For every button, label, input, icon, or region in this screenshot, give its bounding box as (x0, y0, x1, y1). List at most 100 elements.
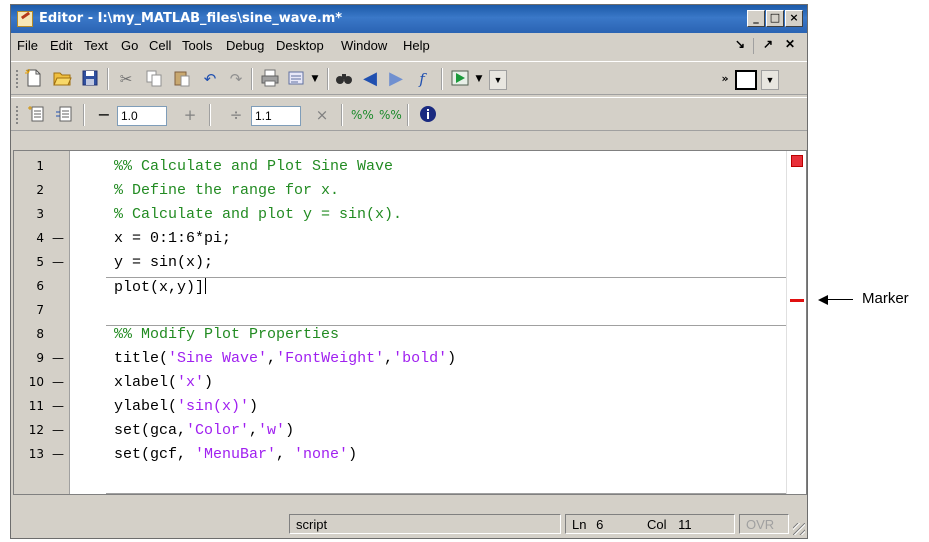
toolbar-grip[interactable] (15, 69, 19, 89)
cell-info-icon[interactable] (417, 104, 439, 126)
menu-window[interactable]: Window (341, 38, 387, 53)
find-icon[interactable] (333, 68, 355, 90)
code-text: plot(x,y)] (114, 278, 207, 296)
page-setup-icon[interactable] (285, 68, 307, 90)
code-line[interactable]: 6 plot(x,y)] (14, 275, 788, 299)
line-number: 6 (36, 279, 44, 293)
undo-icon[interactable]: ↶ (199, 68, 221, 90)
message-indicator[interactable] (791, 155, 803, 167)
code-line[interactable]: 10 — xlabel('x') (14, 371, 788, 395)
breakpoint-marker[interactable]: — (52, 231, 64, 245)
error-marker[interactable] (790, 299, 804, 302)
message-bar[interactable] (786, 151, 806, 494)
status-position: Ln 6 Col 11 (565, 514, 735, 534)
run-icon[interactable] (449, 68, 471, 90)
editor-window: Editor - I:\my_MATLAB_files\sine_wave.m*… (10, 4, 808, 539)
open-folder-icon[interactable] (51, 68, 73, 90)
evaluate-cell-advance-icon[interactable] (53, 104, 75, 126)
menu-edit[interactable]: Edit (50, 38, 72, 53)
code-token: 'MenuBar' (195, 446, 277, 463)
code-token: , (249, 422, 259, 439)
annotation-label: Marker (862, 290, 909, 307)
breakpoint-marker[interactable]: — (52, 399, 64, 413)
code-text: % Calculate and plot y = sin(x). (114, 206, 402, 223)
dock-icon[interactable]: ↘ (735, 37, 745, 51)
code-editor[interactable]: 1 %% Calculate and Plot Sine Wave 2 % Defin… (13, 150, 807, 495)
redo-icon[interactable]: ↷ (225, 68, 247, 90)
more-icon[interactable]: » (714, 68, 736, 90)
paste-icon[interactable] (171, 68, 193, 90)
maximize-button[interactable]: □ (766, 10, 784, 27)
code-line[interactable]: 7 (14, 299, 788, 323)
breakpoint-marker[interactable]: — (52, 375, 64, 389)
code-line[interactable]: 2 % Define the range for x. (14, 179, 788, 203)
code-line[interactable]: 13 — set(gcf, 'MenuBar', 'none') (14, 443, 788, 467)
stack-dropdown-icon[interactable]: ▼ (489, 70, 507, 90)
menu-tools[interactable]: Tools (182, 38, 212, 53)
menu-go[interactable]: Go (121, 38, 138, 53)
evaluate-cell-icon[interactable] (25, 104, 47, 126)
page-setup-dropdown-icon[interactable]: ▼ (309, 68, 321, 90)
menu-cell[interactable]: Cell (149, 38, 171, 53)
text-cursor (205, 278, 207, 294)
line-number: 4 (36, 231, 44, 245)
breakpoint-marker[interactable]: — (52, 351, 64, 365)
code-text: ylabel('sin(x)') (114, 398, 258, 415)
close-button[interactable]: × (785, 10, 803, 27)
code-line[interactable]: 4 — x = 0:1:6*pi; (14, 227, 788, 251)
print-icon[interactable] (259, 68, 281, 90)
title-bar[interactable]: Editor - I:\my_MATLAB_files\sine_wave.m*… (11, 5, 807, 33)
function-icon[interactable]: f (411, 68, 433, 90)
copy-icon[interactable] (143, 68, 165, 90)
layout-dropdown-icon[interactable]: ▼ (761, 70, 779, 90)
code-text: set(gcf, 'MenuBar', 'none') (114, 446, 357, 463)
forward-icon[interactable]: ▶ (385, 68, 407, 90)
menu-file[interactable]: File (17, 38, 38, 53)
resize-grip[interactable] (793, 523, 805, 535)
code-text: %% Modify Plot Properties (114, 326, 339, 343)
minimize-button[interactable]: _ (747, 10, 765, 27)
code-line[interactable]: 8 %% Modify Plot Properties (14, 323, 788, 347)
insert-cell-title-icon[interactable]: %% (351, 104, 374, 126)
menu-help[interactable]: Help (403, 38, 430, 53)
code-line[interactable]: 9— title('Sine Wave','FontWeight','bold') (14, 347, 788, 371)
back-icon[interactable]: ◀ (359, 68, 381, 90)
save-icon[interactable] (79, 68, 101, 90)
toolbar-grip[interactable] (15, 105, 19, 125)
decrement-button[interactable]: − (93, 104, 115, 126)
layout-icon[interactable] (735, 70, 757, 90)
close-editor-icon[interactable]: ✕ (785, 37, 795, 51)
divide-button[interactable]: ÷ (225, 104, 247, 126)
line-number: 11 (28, 399, 44, 413)
toolbar-separator (209, 104, 211, 126)
decrement-value-field[interactable]: 1.0 (117, 106, 167, 126)
annotation-line (827, 299, 853, 300)
matlab-editor-icon (17, 11, 33, 27)
breakpoint-marker[interactable]: — (52, 423, 64, 437)
line-number: 1 (36, 159, 44, 173)
undock-icon[interactable]: ↗ (763, 37, 773, 51)
code-line[interactable]: 1 %% Calculate and Plot Sine Wave (14, 155, 788, 179)
cut-icon[interactable]: ✂ (115, 68, 137, 90)
code-token: %% Modify Plot Properties (114, 326, 340, 343)
increment-button[interactable]: + (179, 104, 201, 126)
multiply-button[interactable]: × (311, 104, 333, 126)
line-number: 5 (36, 255, 44, 269)
remove-cell-title-icon[interactable]: %% (379, 104, 402, 126)
breakpoint-marker[interactable]: — (52, 447, 64, 461)
menu-debug[interactable]: Debug (226, 38, 264, 53)
code-token: 'Color' (186, 422, 250, 439)
menu-desktop[interactable]: Desktop (276, 38, 324, 53)
new-file-icon[interactable] (23, 68, 45, 90)
code-line[interactable]: 11 — ylabel('sin(x)') (14, 395, 788, 419)
line-number: 8 (36, 327, 44, 341)
toolbar-separator (107, 68, 109, 90)
cell-toolbar: − 1.0 + ÷ 1.1 × %% %% (11, 97, 807, 131)
code-line[interactable]: 12 — set(gca,'Color','w') (14, 419, 788, 443)
menu-text[interactable]: Text (84, 38, 108, 53)
code-line[interactable]: 3 % Calculate and plot y = sin(x). (14, 203, 788, 227)
divide-value-field[interactable]: 1.1 (251, 106, 301, 126)
breakpoint-marker[interactable]: — (52, 255, 64, 269)
run-dropdown-icon[interactable]: ▼ (473, 68, 485, 90)
code-line[interactable]: 5 — y = sin(x); (14, 251, 788, 275)
